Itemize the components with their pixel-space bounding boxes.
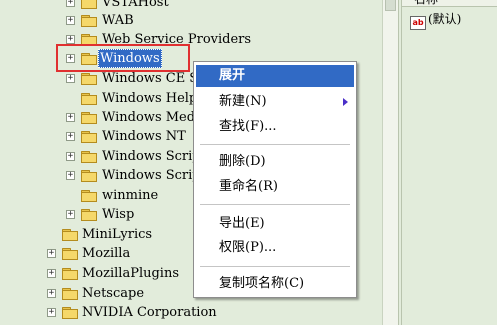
submenu-arrow-icon (343, 98, 348, 106)
node-label: Netscape (82, 286, 145, 301)
folder-icon (81, 0, 97, 9)
expand-plus-icon[interactable]: + (66, 132, 75, 141)
node-label: winmine (102, 188, 159, 203)
annotation-highlight-box (56, 44, 190, 72)
folder-icon (62, 248, 78, 260)
folder-icon (81, 131, 97, 143)
folder-icon (81, 112, 97, 124)
menu-item-copy-key-name[interactable]: 复制项名称(C) (196, 273, 354, 295)
node-label: MiniLyrics (82, 227, 153, 242)
node-label: NVIDIA Corporation (82, 305, 217, 320)
expand-plus-icon[interactable]: + (47, 269, 56, 278)
expand-plus-icon[interactable]: + (66, 210, 75, 219)
expand-plus-icon[interactable]: + (66, 171, 75, 180)
menu-item-expand[interactable]: 展开 (196, 65, 354, 87)
folder-icon (81, 170, 97, 182)
folder-icon (62, 307, 78, 319)
node-label: Wisp (102, 207, 135, 222)
menu-item-delete[interactable]: 删除(D) (196, 151, 354, 173)
folder-icon (81, 73, 97, 85)
menu-item-find[interactable]: 查找(F)... (196, 116, 354, 138)
expand-plus-icon[interactable]: + (66, 35, 75, 44)
folder-icon (81, 209, 97, 221)
node-label: Windows Script (102, 168, 206, 183)
value-name: (默认) (428, 12, 462, 26)
scrollbar-thumb[interactable] (385, 0, 396, 11)
tree-node-wab[interactable]: + WAB (0, 11, 380, 30)
folder-icon (62, 288, 78, 300)
expand-plus-icon[interactable]: + (66, 16, 75, 25)
menu-separator (200, 144, 350, 145)
expand-plus-icon[interactable]: + (66, 0, 75, 7)
node-label: Windows Help (102, 91, 198, 106)
folder-icon (81, 151, 97, 163)
node-label: Windows NT (102, 129, 186, 144)
folder-icon (81, 15, 97, 27)
expand-plus-icon[interactable]: + (66, 152, 75, 161)
value-row-default[interactable]: ab (默认) (410, 10, 462, 30)
context-menu: 展开 新建(N) 查找(F)... 删除(D) 重命名(R) 导出(E) 权限(… (193, 61, 357, 298)
menu-item-new[interactable]: 新建(N) (196, 91, 354, 113)
menu-separator (200, 266, 350, 267)
expand-plus-icon[interactable]: + (47, 289, 56, 298)
expand-plus-icon[interactable]: + (47, 249, 56, 258)
menu-item-new-label: 新建(N) (219, 94, 267, 109)
menu-item-permissions[interactable]: 权限(P)... (196, 237, 354, 259)
string-value-icon: ab (410, 16, 426, 30)
menu-item-export[interactable]: 导出(E) (196, 213, 354, 235)
menu-item-rename[interactable]: 重命名(R) (196, 176, 354, 198)
folder-icon (81, 93, 97, 105)
node-label: WAB (102, 13, 134, 28)
folder-icon (81, 190, 97, 202)
column-header-name[interactable]: 名称 (402, 0, 497, 7)
node-label: Mozilla (82, 246, 131, 261)
tree-node-nvidia[interactable]: + NVIDIA Corporation (0, 303, 380, 322)
menu-separator (200, 204, 350, 205)
expand-plus-icon[interactable]: + (66, 113, 75, 122)
vertical-scrollbar[interactable] (382, 0, 399, 325)
folder-icon (62, 229, 78, 241)
node-label: MozillaPlugins (82, 266, 180, 281)
folder-icon (62, 268, 78, 280)
expand-plus-icon[interactable]: + (66, 74, 75, 83)
expand-plus-icon[interactable]: + (47, 308, 56, 317)
values-pane[interactable]: 名称 ab(默认) (401, 0, 497, 325)
node-label: Windows Script (102, 149, 206, 164)
